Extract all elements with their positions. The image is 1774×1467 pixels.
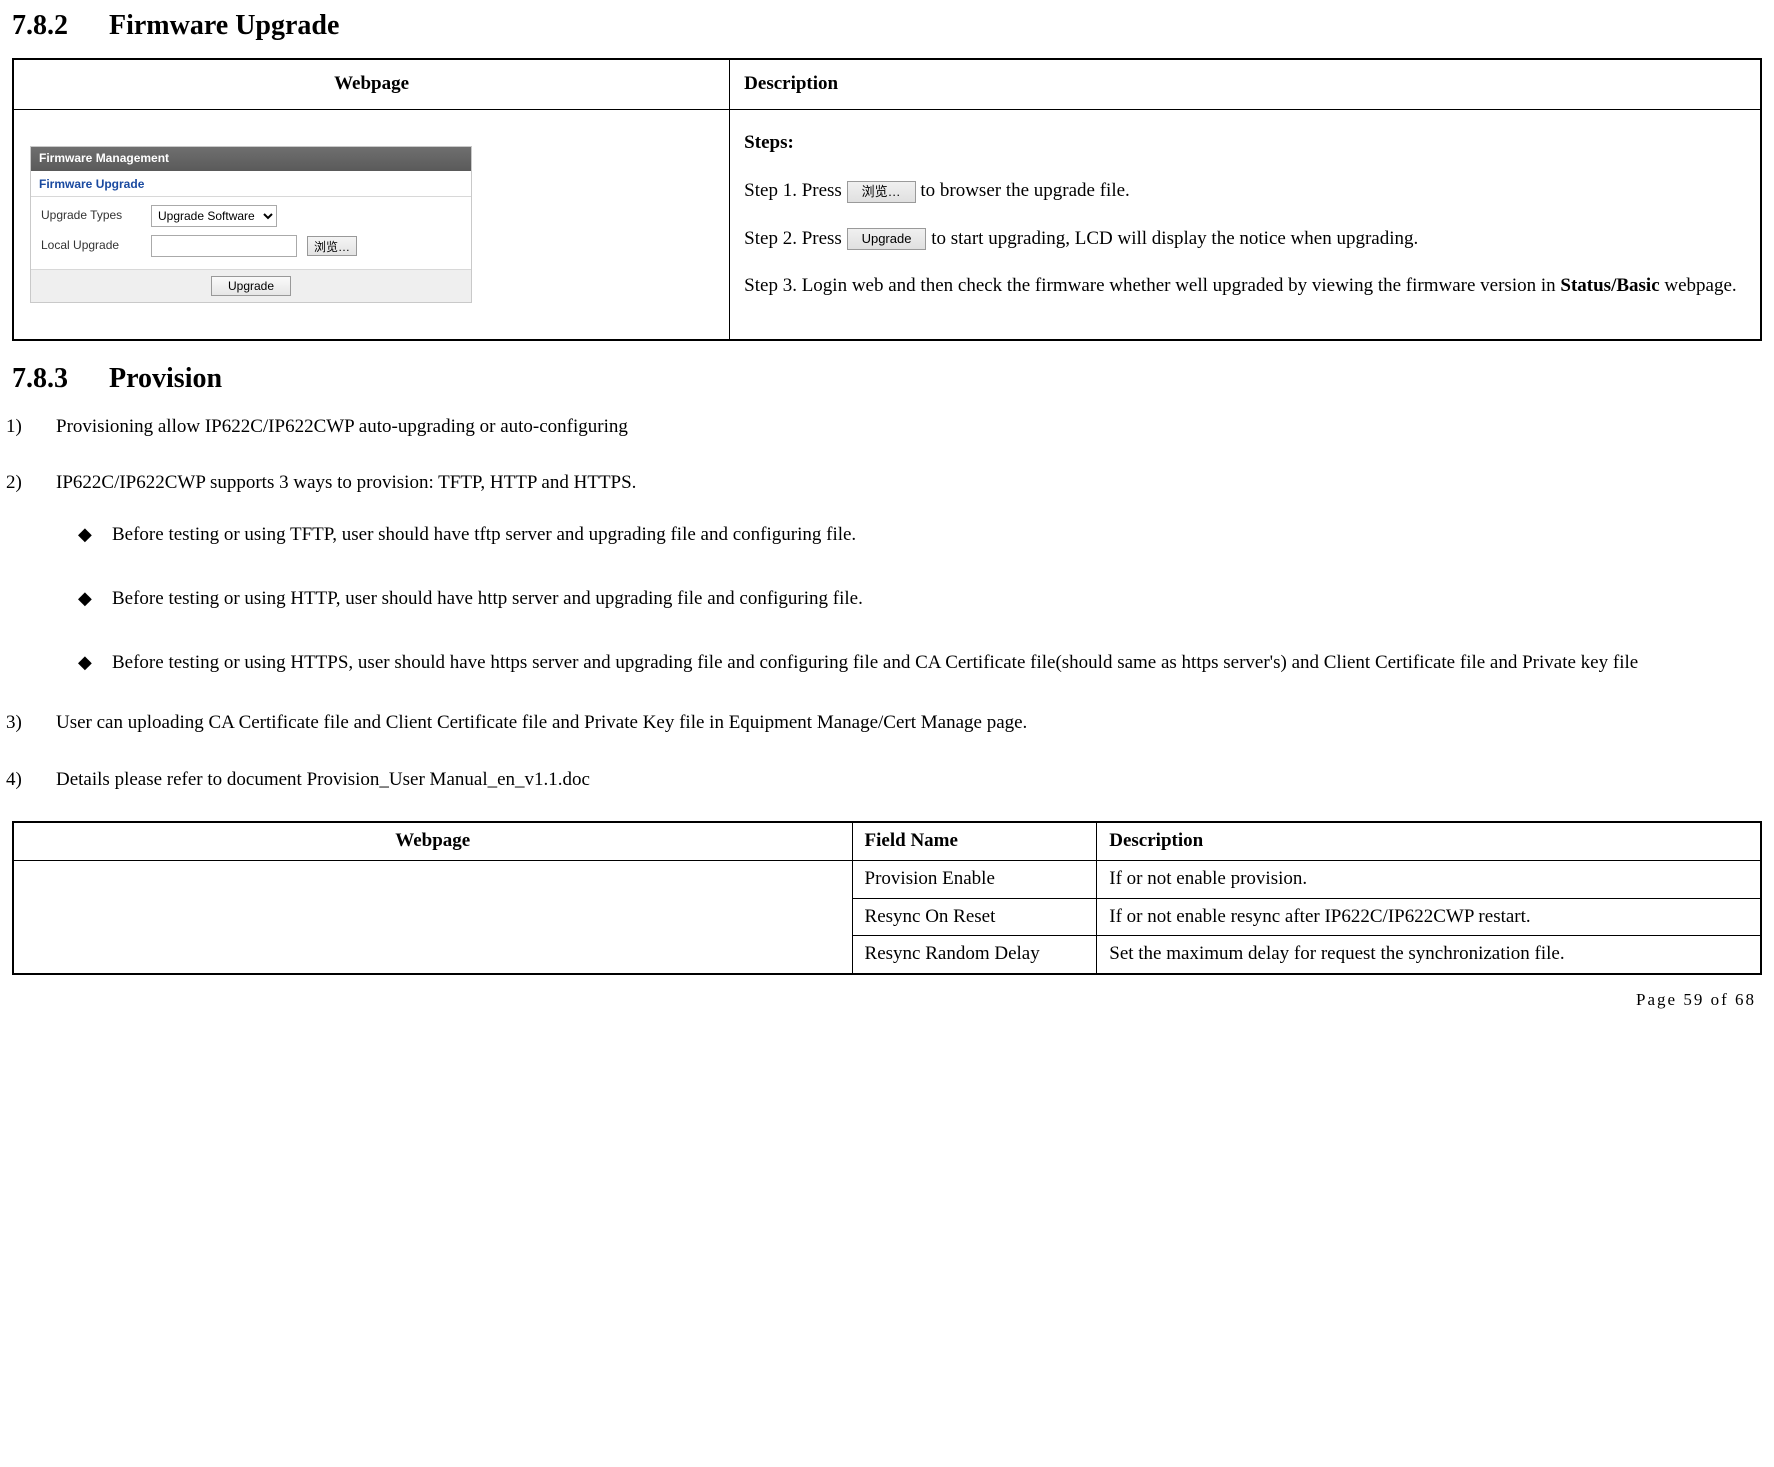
list-item: Before testing or using TFTP, user shoul… — [112, 516, 1762, 554]
step-2: Step 2. Press Upgrade to start upgrading… — [744, 218, 1746, 260]
panel-subtitle: Firmware Upgrade — [31, 171, 471, 198]
upgrade-types-label: Upgrade Types — [41, 208, 141, 224]
col-header-webpage: Webpage — [13, 822, 852, 860]
local-upgrade-input[interactable] — [151, 235, 297, 257]
local-upgrade-label: Local Upgrade — [41, 238, 141, 254]
section-number: 7.8.2 — [12, 8, 102, 44]
section-title: Provision — [109, 363, 222, 394]
firmware-upgrade-table: Webpage Description Firmware Management … — [12, 58, 1762, 341]
webpage-screenshot-cell — [13, 860, 852, 974]
description-cell: Set the maximum delay for request the sy… — [1097, 936, 1761, 974]
steps-heading: Steps: — [744, 122, 1746, 164]
firmware-management-panel: Firmware Management Firmware Upgrade Upg… — [30, 146, 472, 303]
col-header-field-name: Field Name — [852, 822, 1097, 860]
list-item: 3)User can uploading CA Certificate file… — [56, 708, 1762, 738]
step-3: Step 3. Login web and then check the fir… — [744, 265, 1746, 307]
description-cell: If or not enable provision. — [1097, 860, 1761, 898]
col-header-webpage: Webpage — [13, 59, 730, 109]
provision-numbered-list: 1)Provisioning allow IP622C/IP622CWP aut… — [12, 412, 1762, 796]
list-item: 2)IP622C/IP622CWP supports 3 ways to pro… — [56, 468, 1762, 682]
upgrade-button[interactable]: Upgrade — [211, 276, 291, 296]
col-header-description: Description — [730, 59, 1761, 109]
inline-upgrade-button: Upgrade — [847, 228, 927, 250]
panel-titlebar: Firmware Management — [31, 147, 471, 171]
list-item: Before testing or using HTTP, user shoul… — [112, 580, 1762, 618]
browse-button[interactable]: 浏览… — [307, 236, 357, 256]
webpage-screenshot-cell: Firmware Management Firmware Upgrade Upg… — [13, 110, 730, 341]
field-name-cell: Provision Enable — [852, 860, 1097, 898]
provision-table: Webpage Field Name Description Provision… — [12, 821, 1762, 975]
field-name-cell: Resync Random Delay — [852, 936, 1097, 974]
list-item: 1)Provisioning allow IP622C/IP622CWP aut… — [56, 412, 1762, 442]
list-item: 4)Details please refer to document Provi… — [56, 765, 1762, 795]
col-header-description: Description — [1097, 822, 1761, 860]
description-cell: If or not enable resync after IP622C/IP6… — [1097, 898, 1761, 936]
list-item: Before testing or using HTTPS, user shou… — [112, 644, 1762, 682]
upgrade-types-select[interactable]: Upgrade Software — [151, 205, 277, 227]
field-name-cell: Resync On Reset — [852, 898, 1097, 936]
section-heading-provision: 7.8.3 Provision — [12, 361, 1762, 397]
section-number: 7.8.3 — [12, 361, 102, 397]
section-heading-firmware-upgrade: 7.8.2 Firmware Upgrade — [12, 8, 1762, 44]
description-cell: Steps: Step 1. Press 浏览… to browser the … — [730, 110, 1761, 341]
inline-browse-button: 浏览… — [847, 181, 916, 203]
provision-bullet-list: Before testing or using TFTP, user shoul… — [56, 516, 1762, 682]
page-footer: Page 59 of 68 — [12, 989, 1762, 1011]
section-title: Firmware Upgrade — [109, 10, 339, 41]
step-1: Step 1. Press 浏览… to browser the upgrade… — [744, 170, 1746, 212]
